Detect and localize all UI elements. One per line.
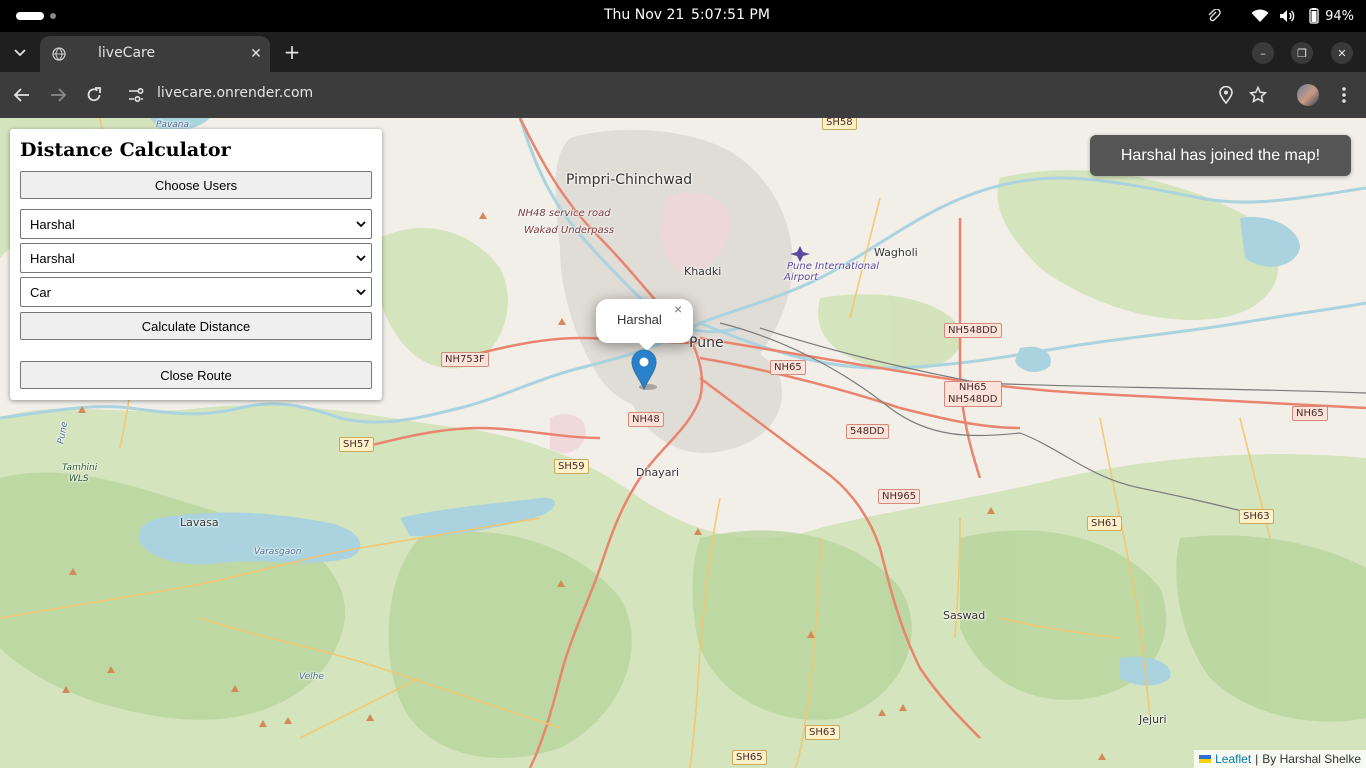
road-shield-sh59: SH59	[554, 459, 589, 474]
road-shield-sh61: SH61	[1087, 516, 1122, 531]
road-shield-nh965: NH965	[878, 489, 921, 504]
chevron-down-icon	[356, 221, 366, 228]
system-tray[interactable]: 94%	[1207, 6, 1354, 26]
back-button[interactable]	[10, 83, 34, 107]
user-from-select[interactable]: Harshal	[20, 209, 372, 239]
paperclip-icon	[1208, 9, 1221, 22]
battery-icon	[1309, 8, 1319, 24]
profile-avatar[interactable]	[1297, 84, 1319, 106]
leaflet-link[interactable]: Leaflet	[1215, 752, 1251, 766]
road-shield-nh548dd-b: NH548DD	[948, 394, 998, 405]
tab-search-button[interactable]	[8, 41, 32, 65]
road-shield-nh65-nh548dd: NH65 NH548DD	[944, 381, 1002, 407]
travel-mode-value: Car	[30, 284, 51, 300]
browser-menu-button[interactable]	[1332, 83, 1356, 107]
os-time[interactable]: 5:07:51 PM	[691, 7, 770, 23]
map-label-pune: Pune	[689, 335, 724, 351]
user-from-value: Harshal	[30, 216, 75, 232]
map-marker-icon[interactable]	[631, 349, 657, 390]
map-label-pimpri-chinchwad: Pimpri-Chinchwad	[566, 172, 693, 188]
map-label-khadki: Khadki	[684, 265, 722, 278]
join-notification-toast: Harshal has joined the map!	[1090, 135, 1351, 176]
road-shield-nh753f: NH753F	[441, 352, 489, 367]
bookmark-button[interactable]	[1246, 83, 1270, 107]
more-vertical-icon	[1342, 87, 1346, 103]
user-to-select[interactable]: Harshal	[20, 243, 372, 273]
attribution-credit: By Harshal Shelke	[1262, 752, 1361, 766]
minimize-button[interactable]: –	[1252, 42, 1274, 64]
map-label-varasgaon: Varasgaon	[254, 547, 302, 557]
road-shield-nh548dd: NH548DD	[944, 323, 1002, 338]
volume-icon	[1280, 10, 1295, 22]
road-shield-nh65-b: NH65	[958, 382, 987, 393]
map-label-saswad: Saswad	[943, 609, 986, 622]
map-label-airport-line2: Airport	[784, 272, 819, 283]
map-label-nh48-service-road: NH48 service road	[518, 208, 611, 219]
site-settings-icon[interactable]	[126, 85, 146, 105]
road-shield-sh63-east: SH63	[1239, 509, 1274, 524]
road-shield-sh57: SH57	[339, 437, 374, 452]
marker-popup: Harshal ×	[596, 299, 693, 343]
arrow-left-icon	[14, 88, 29, 102]
close-window-button[interactable]: ✕	[1331, 42, 1353, 64]
workspace-indicator[interactable]	[50, 13, 56, 19]
calculate-distance-button[interactable]: Calculate Distance	[20, 312, 372, 340]
browser-toolbar: livecare.onrender.com	[0, 72, 1366, 118]
star-icon	[1249, 86, 1267, 104]
map-label-airport-line1: Pune International	[787, 261, 880, 272]
address-bar[interactable]: livecare.onrender.com	[157, 85, 313, 101]
road-shield-nh65: NH65	[770, 360, 806, 375]
road-shield-nh48: NH48	[628, 412, 664, 427]
wifi-icon	[1251, 9, 1269, 22]
map-label-lavasa: Lavasa	[180, 516, 219, 529]
tab-strip: liveCare ✕ + – ❐ ✕	[0, 32, 1366, 72]
close-route-button[interactable]: Close Route	[20, 361, 372, 389]
maximize-button[interactable]: ❐	[1291, 42, 1313, 64]
map-label-wls: WLS	[69, 474, 89, 484]
panel-title: Distance Calculator	[20, 139, 231, 161]
popup-text: Harshal	[617, 312, 662, 327]
tab-livecare[interactable]: liveCare ✕	[40, 36, 270, 72]
tab-title: liveCare	[98, 45, 156, 61]
reload-button[interactable]	[82, 83, 106, 107]
forward-button[interactable]	[46, 83, 70, 107]
arrow-right-icon	[51, 88, 66, 102]
distance-calculator-panel: Distance Calculator Choose Users Harshal…	[10, 129, 382, 400]
road-shield-sh63: SH63	[805, 725, 840, 740]
popup-close-button[interactable]: ×	[674, 301, 682, 317]
choose-users-button[interactable]: Choose Users	[20, 171, 372, 199]
os-date[interactable]: Thu Nov 21	[604, 7, 684, 23]
travel-mode-select[interactable]: Car	[20, 277, 372, 307]
chevron-down-icon	[356, 289, 366, 296]
location-button[interactable]	[1214, 83, 1238, 107]
chevron-down-icon	[14, 49, 26, 57]
user-to-value: Harshal	[30, 250, 75, 266]
map-attribution: Leaflet | By Harshal Shelke	[1194, 750, 1366, 768]
workspace-indicator-active[interactable]	[16, 12, 44, 20]
map-label-tamhini: Tamhini	[62, 463, 98, 473]
ukraine-flag-icon	[1199, 755, 1212, 763]
map-label-wakad-underpass: Wakad Underpass	[524, 225, 615, 236]
road-shield-sh58: SH58	[822, 118, 857, 130]
reload-icon	[87, 87, 101, 102]
chevron-down-icon	[356, 255, 366, 262]
road-shield-nh65-east: NH65	[1292, 406, 1328, 421]
new-tab-button[interactable]: +	[280, 40, 304, 64]
tab-close-button[interactable]: ✕	[246, 44, 266, 64]
road-shield-sh65: SH65	[732, 750, 767, 765]
map-label-wagholi: Wagholi	[874, 246, 918, 259]
globe-icon	[52, 47, 66, 61]
map-label-dhayari: Dhayari	[636, 466, 680, 479]
os-top-bar: Thu Nov 21 5:07:51 PM 94%	[0, 0, 1366, 32]
attribution-separator: |	[1255, 752, 1259, 766]
map-label-jejuri: Jejuri	[1139, 713, 1167, 726]
location-pin-icon	[1219, 86, 1233, 104]
battery-percent: 94%	[1325, 8, 1354, 24]
map-label-velhe: Velhe	[299, 672, 324, 682]
road-shield-548dd: 548DD	[846, 424, 889, 439]
